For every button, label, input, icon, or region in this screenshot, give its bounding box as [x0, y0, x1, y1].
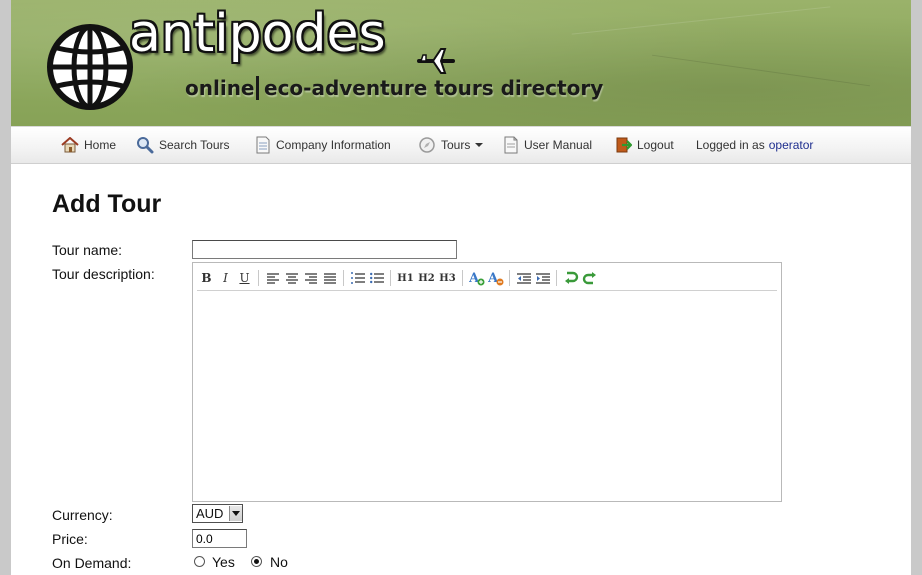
align-center-button[interactable] [282, 268, 301, 288]
nav-user-manual-label: User Manual [524, 138, 593, 152]
redo-button[interactable] [580, 268, 599, 288]
justify-icon [323, 272, 336, 284]
unordered-list-button[interactable] [367, 268, 386, 288]
nav-home[interactable]: Home [61, 127, 116, 163]
remove-link-icon: A [488, 271, 503, 286]
toolbar-separator [556, 270, 557, 286]
tour-description-label: Tour description: [52, 266, 155, 282]
nav-logout[interactable]: Logout [614, 127, 674, 163]
on-demand-no-label: No [270, 554, 288, 570]
nav-company-information-label: Company Information [276, 138, 391, 152]
italic-button[interactable]: I [216, 268, 235, 288]
main-navigation: Home Search Tours Company Information To… [11, 126, 911, 164]
remove-link-button[interactable]: A [486, 268, 505, 288]
undo-button[interactable] [561, 268, 580, 288]
align-right-button[interactable] [301, 268, 320, 288]
undo-icon [564, 271, 578, 284]
tagline-online: online [185, 76, 255, 100]
search-icon [137, 137, 154, 154]
page-title: Add Tour [52, 190, 162, 218]
nav-search-tours-label: Search Tours [159, 138, 230, 152]
nav-company-information[interactable]: Company Information [255, 127, 391, 163]
heading-2-button[interactable]: H2 [416, 268, 437, 288]
document-icon [256, 136, 270, 154]
on-demand-yes-radio[interactable] [194, 556, 205, 567]
airplane-icon [417, 48, 455, 74]
currency-select[interactable]: AUD [192, 504, 243, 523]
justify-button[interactable] [320, 268, 339, 288]
align-left-button[interactable] [263, 268, 282, 288]
add-link-icon: A [469, 271, 484, 286]
header-banner: antipodes online eco-adventure tours dir… [11, 0, 911, 126]
nav-search-tours[interactable]: Search Tours [136, 127, 229, 163]
toolbar-separator [462, 270, 463, 286]
unordered-list-icon [369, 272, 384, 284]
tour-name-label: Tour name: [52, 242, 123, 258]
indent-button[interactable] [533, 268, 552, 288]
on-demand-yes-label: Yes [212, 554, 235, 570]
outdent-icon [516, 272, 531, 284]
ordered-list-button[interactable] [348, 268, 367, 288]
banner-texture [571, 6, 831, 35]
align-center-icon [285, 272, 298, 284]
underline-button[interactable]: U [235, 268, 254, 288]
bold-button[interactable]: B [197, 268, 216, 288]
heading-1-button[interactable]: H1 [395, 268, 416, 288]
redo-icon [582, 272, 596, 285]
insert-link-button[interactable]: A [467, 268, 486, 288]
logo-wordmark: antipodes [129, 4, 386, 64]
currency-label: Currency: [52, 507, 113, 523]
chevron-down-icon [475, 143, 484, 147]
tour-name-input[interactable] [192, 240, 457, 259]
toolbar-separator [343, 270, 344, 286]
indent-icon [535, 272, 550, 284]
ordered-list-icon [350, 272, 365, 284]
toolbar-separator [390, 270, 391, 286]
align-right-icon [304, 272, 317, 284]
toolbar-separator [258, 270, 259, 286]
on-demand-label: On Demand: [52, 555, 132, 571]
nav-tours-dropdown[interactable]: Tours [418, 127, 484, 163]
banner-texture [652, 54, 870, 87]
tagline-divider [256, 76, 259, 100]
tour-description-editor: B I U H1 H2 H3 A A [192, 262, 782, 502]
tagline-eco-adventure: eco-adventure tours directory [264, 76, 604, 100]
editor-toolbar: B I U H1 H2 H3 A A [197, 266, 777, 291]
page: antipodes online eco-adventure tours dir… [11, 0, 911, 575]
manual-icon [504, 136, 518, 154]
nav-user-manual[interactable]: User Manual [503, 127, 592, 163]
dropdown-arrow-icon [228, 506, 242, 521]
logged-in-status: Logged in as operator [696, 127, 813, 163]
nav-home-label: Home [84, 138, 117, 152]
logged-in-prefix: Logged in as [696, 138, 765, 152]
logout-door-icon [616, 137, 632, 153]
on-demand-no-radio[interactable] [251, 556, 262, 567]
outdent-button[interactable] [514, 268, 533, 288]
home-icon [61, 137, 79, 153]
nav-tours-label: Tours [441, 138, 471, 152]
align-left-icon [266, 272, 279, 284]
nav-logout-label: Logout [637, 138, 674, 152]
currency-selected-value: AUD [196, 506, 224, 521]
compass-icon [419, 137, 435, 153]
toolbar-separator [509, 270, 510, 286]
price-label: Price: [52, 531, 88, 547]
globe-logo-icon [47, 24, 133, 110]
username-link[interactable]: operator [769, 138, 814, 152]
price-input[interactable] [192, 529, 247, 548]
description-text-area[interactable] [193, 291, 781, 501]
heading-3-button[interactable]: H3 [437, 268, 458, 288]
